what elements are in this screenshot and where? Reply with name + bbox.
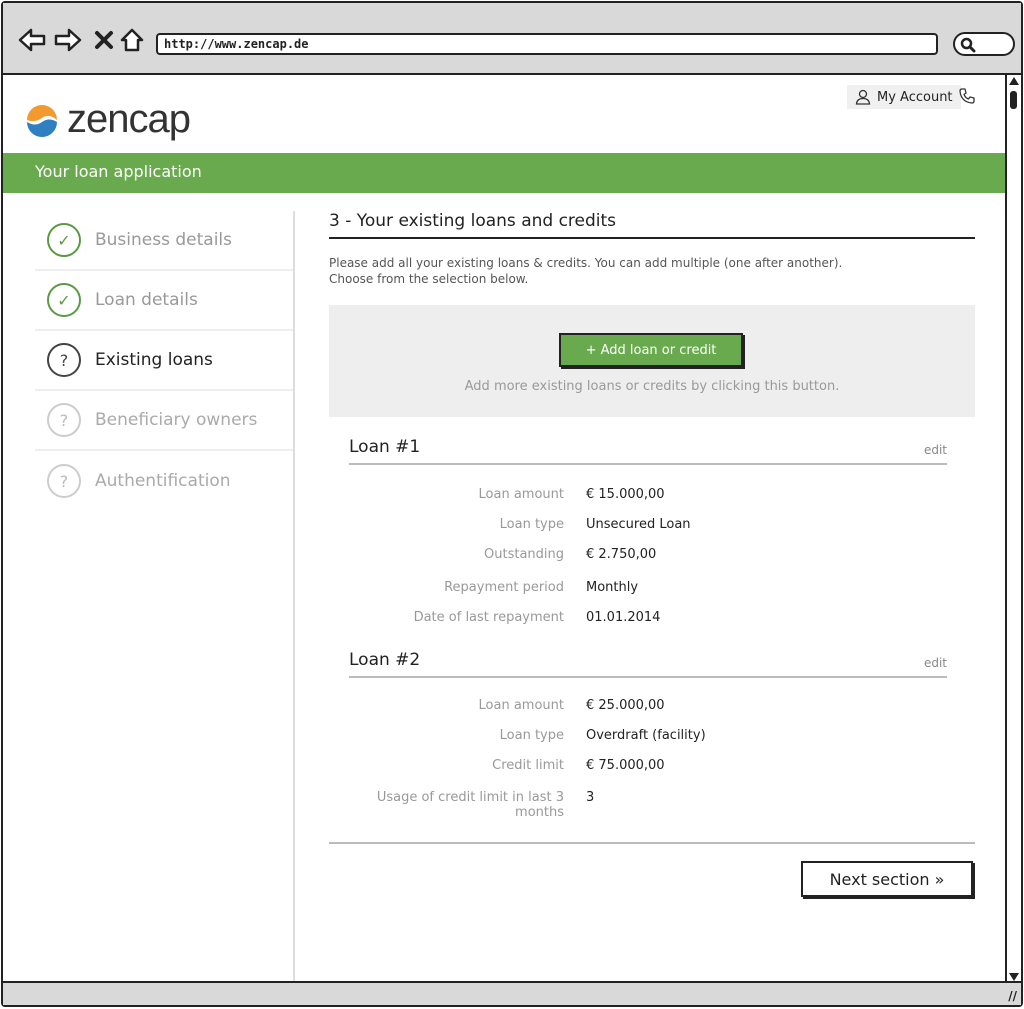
sidebar-item-label: Authentification <box>95 471 231 491</box>
loan-field-label: Date of last repayment <box>413 610 564 625</box>
loan-field-value: € 25.000,00 <box>586 698 665 713</box>
browser-toolbar: http://www.zencap.de <box>3 3 1021 75</box>
sidebar-item-business-details[interactable]: ✓ Business details <box>35 211 293 271</box>
sidebar-item-label: Loan details <box>95 290 198 310</box>
browser-search-box[interactable] <box>953 32 1015 56</box>
home-icon[interactable] <box>117 25 147 55</box>
sidebar-item-authentification[interactable]: ? Authentification <box>35 451 293 511</box>
loan-row: Date of last repayment 01.01.2014 <box>349 610 947 626</box>
loan-card-2: Loan #2 edit Loan amount € 25.000,00 Loan… <box>349 650 947 820</box>
edit-loan-link[interactable]: edit <box>924 443 947 457</box>
loan-field-label: Credit limit <box>492 758 564 773</box>
loan-field-value: € 2.750,00 <box>586 547 657 562</box>
forward-arrow-icon[interactable] <box>53 25 83 55</box>
status-bar: // <box>3 981 1021 1005</box>
logo-mark-icon <box>27 104 57 137</box>
edit-loan-link[interactable]: edit <box>924 656 947 670</box>
zencap-logo[interactable]: zencap <box>25 97 191 142</box>
loan-row: Loan amount € 15.000,00 <box>349 487 947 503</box>
loan-field-label: Loan amount <box>478 698 564 713</box>
next-section-button[interactable]: Next section » <box>801 861 973 897</box>
browser-window: http://www.zencap.de zencap My Account Y… <box>1 1 1023 1007</box>
loan-header: Loan #1 edit <box>349 437 947 465</box>
logo-text: zencap <box>67 97 191 141</box>
user-icon <box>855 89 871 105</box>
step-sidebar: ✓ Business details ✓ Loan details ? Exis… <box>35 211 295 981</box>
loan-title: Loan #1 <box>349 437 421 457</box>
banner-title: Your loan application <box>35 162 202 181</box>
check-icon: ✓ <box>47 283 81 317</box>
loan-row: Loan type Unsecured Loan <box>349 517 947 533</box>
stop-icon[interactable] <box>89 25 119 55</box>
vertical-scrollbar[interactable] <box>1005 75 1021 985</box>
phone-icon[interactable] <box>958 87 976 109</box>
loan-field-label: Repayment period <box>444 580 564 595</box>
page-banner: Your loan application <box>3 153 1007 193</box>
sidebar-item-label: Beneficiary owners <box>95 410 258 430</box>
scroll-down-icon[interactable] <box>1009 973 1019 981</box>
loan-row: Credit limit € 75.000,00 <box>349 758 947 774</box>
loan-field-value: € 75.000,00 <box>586 758 665 773</box>
resize-grip-icon[interactable]: // <box>1008 989 1017 1003</box>
loan-field-value: Monthly <box>586 580 639 595</box>
intro-line-2: Choose from the selection below. <box>329 272 529 286</box>
sidebar-item-existing-loans[interactable]: ? Existing loans <box>35 331 293 391</box>
search-icon <box>960 37 976 53</box>
add-loan-hint: Add more existing loans or credits by cl… <box>464 379 840 394</box>
scroll-thumb[interactable] <box>1010 91 1017 109</box>
loan-row: Loan amount € 25.000,00 <box>349 698 947 714</box>
intro-text: Please add all your existing loans & cre… <box>329 255 975 287</box>
intro-line-1: Please add all your existing loans & cre… <box>329 256 843 270</box>
main-content: 3 - Your existing loans and credits Plea… <box>329 211 975 820</box>
loan-card-1: Loan #1 edit Loan amount € 15.000,00 Loan… <box>349 437 947 626</box>
loan-field-value: € 15.000,00 <box>586 487 665 502</box>
address-bar[interactable]: http://www.zencap.de <box>156 33 938 55</box>
check-icon: ✓ <box>47 223 81 257</box>
question-icon: ? <box>47 403 81 437</box>
my-account-button[interactable]: My Account <box>847 85 961 109</box>
loan-field-label: Loan type <box>499 517 564 532</box>
loan-field-value: 01.01.2014 <box>586 610 661 625</box>
section-title: 3 - Your existing loans and credits <box>329 211 975 239</box>
sidebar-item-beneficiary-owners[interactable]: ? Beneficiary owners <box>35 391 293 451</box>
loan-header: Loan #2 edit <box>349 650 947 678</box>
back-arrow-icon[interactable] <box>17 25 47 55</box>
loan-field-label: Loan type <box>499 728 564 743</box>
page-content: zencap My Account Your loan application … <box>3 75 1007 985</box>
loan-row: Repayment period Monthly <box>349 580 947 596</box>
loan-field-label: Outstanding <box>484 547 564 562</box>
loan-field-label: Loan amount <box>478 487 564 502</box>
loan-field-value: Unsecured Loan <box>586 517 691 532</box>
loan-row: Outstanding € 2.750,00 <box>349 547 947 563</box>
loan-title: Loan #2 <box>349 650 421 670</box>
loan-field-value: Overdraft (facility) <box>586 728 706 743</box>
question-icon: ? <box>47 343 81 377</box>
sidebar-item-loan-details[interactable]: ✓ Loan details <box>35 271 293 331</box>
add-loan-button[interactable]: + Add loan or credit <box>559 333 743 367</box>
loan-row: Loan type Overdraft (facility) <box>349 728 947 744</box>
scroll-up-icon[interactable] <box>1009 77 1019 85</box>
sidebar-item-label: Business details <box>95 230 233 250</box>
loan-row: Usage of credit limit in last 3 months 3 <box>349 790 947 820</box>
loan-field-value: 3 <box>586 790 595 805</box>
my-account-label: My Account <box>877 89 953 105</box>
footer-divider <box>329 842 975 844</box>
add-loan-panel: + Add loan or credit Add more existing l… <box>329 305 975 417</box>
loan-field-label: Usage of credit limit in last 3 months <box>376 790 564 820</box>
question-icon: ? <box>47 464 81 498</box>
sidebar-item-label: Existing loans <box>95 350 213 370</box>
